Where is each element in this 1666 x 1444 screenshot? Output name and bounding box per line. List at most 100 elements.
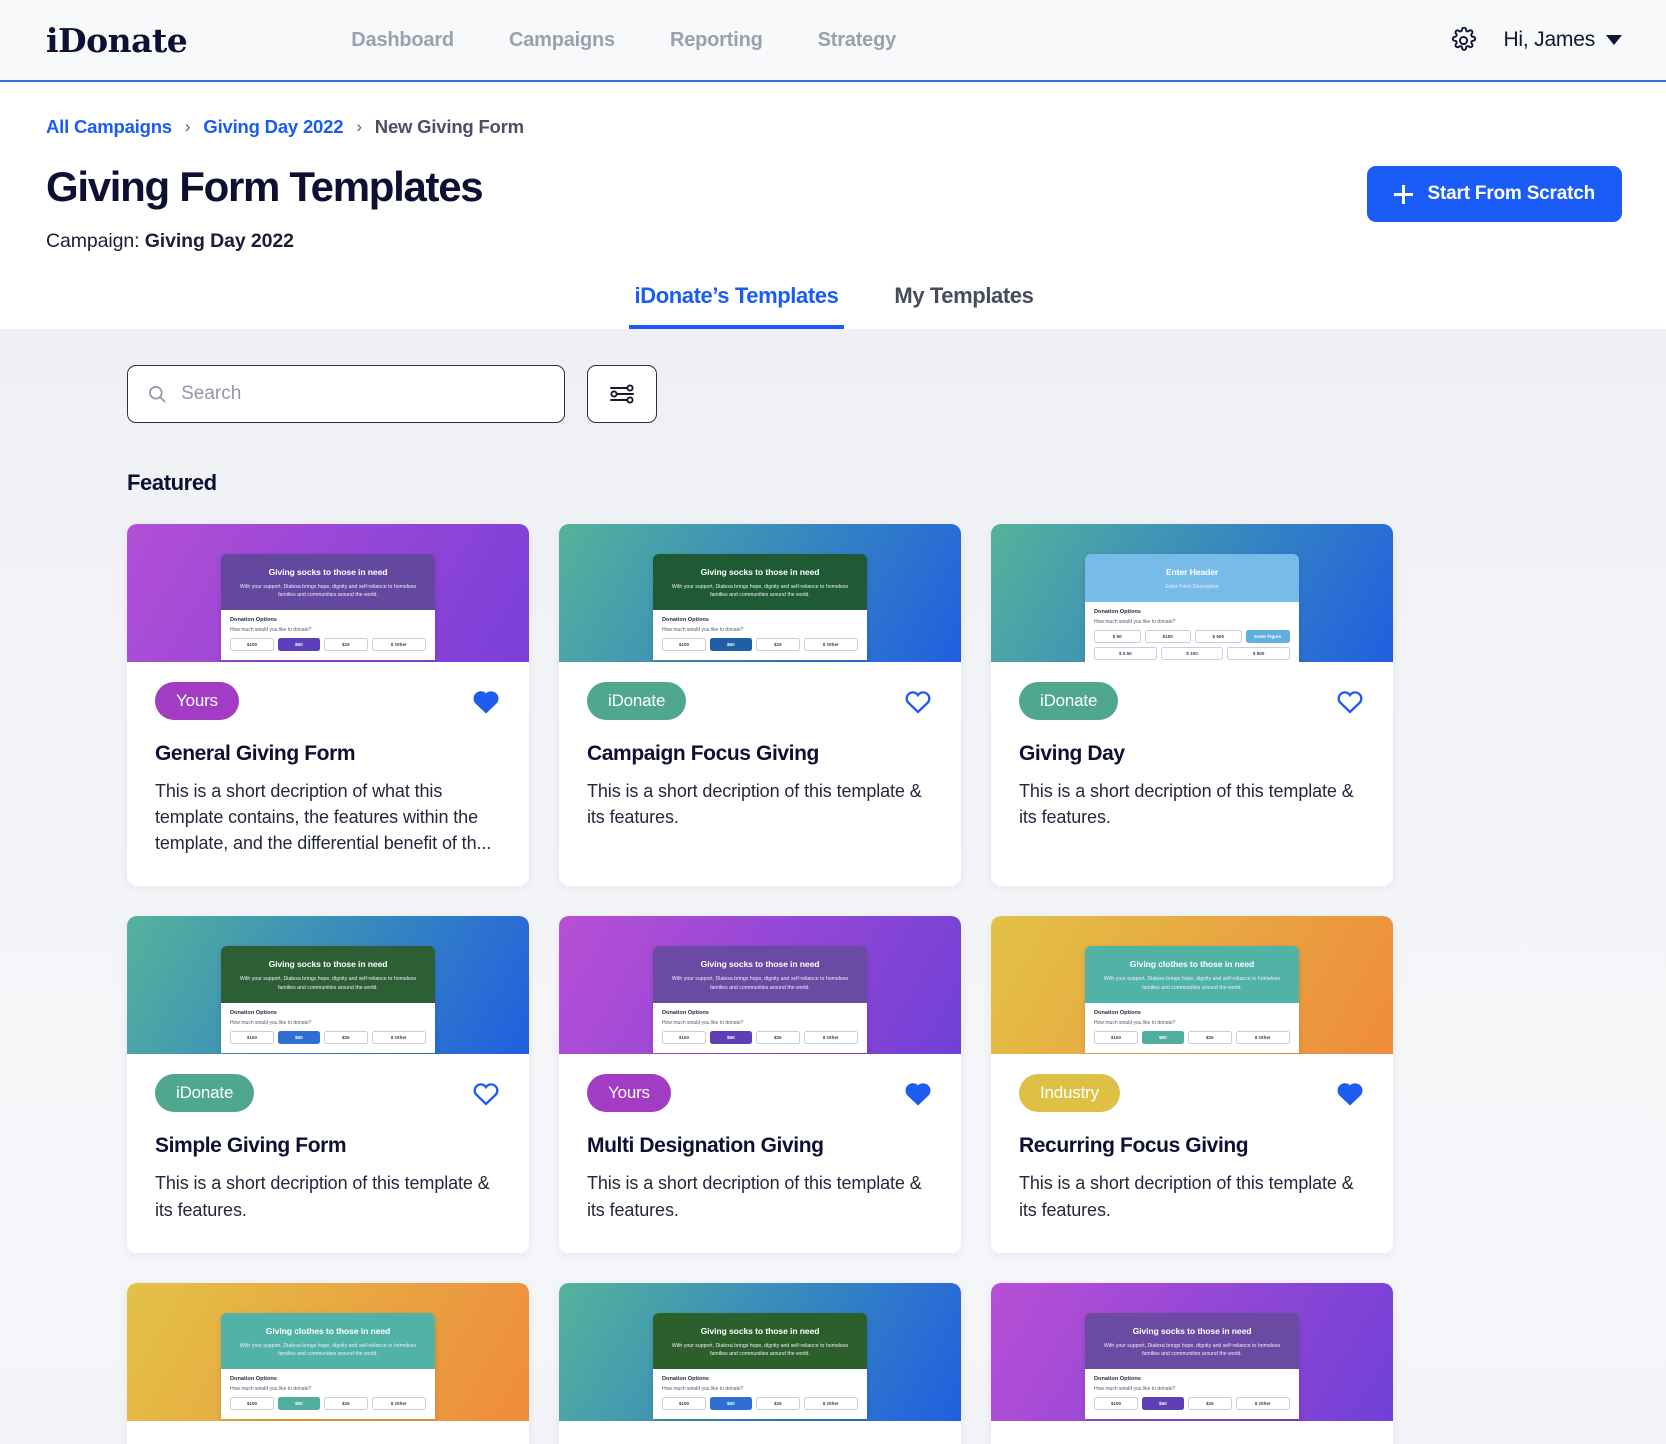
template-card-meta-top: iDonate (587, 682, 933, 721)
preview-amount-row: $100 $50 $25 $ Other (662, 638, 858, 652)
preview-form-body: Donation Options How much would you like … (221, 610, 435, 661)
favorite-heart-icon[interactable] (471, 1080, 501, 1107)
preview-form-body: Donation Options How much would you like … (653, 1368, 867, 1419)
preview-hero: Giving socks to those in need With your s… (653, 1312, 867, 1369)
preview-body: With your support, Dialexa brings hope, … (671, 976, 849, 991)
filter-sliders-icon (610, 384, 634, 404)
preview-amount-chip: $100 (230, 638, 274, 652)
template-card-title: Giving Day (1019, 742, 1125, 766)
favorite-heart-icon[interactable] (903, 688, 933, 715)
brand-logo[interactable]: iDonate (46, 21, 188, 60)
template-card-meta-placeholder (991, 1420, 1393, 1444)
top-navigation-bar: iDonate Dashboard Campaigns Reporting St… (0, 0, 1666, 82)
preview-form-body: Donation Options How much would you like … (221, 1368, 435, 1419)
template-card[interactable]: Giving clothes to those in need With your… (127, 1282, 529, 1444)
page-header: All Campaigns › Giving Day 2022 › New Gi… (0, 82, 1666, 330)
preview-donation-label: Donation Options (230, 1009, 277, 1016)
preview-body: Enter Form Description (1165, 584, 1219, 591)
search-input[interactable] (181, 383, 545, 406)
preview-donation-question: How much would you like to donate? (662, 1385, 744, 1392)
preview-amount-row-alt: $ 0.50 $ 100 $ 500 (1094, 647, 1291, 661)
preview-amount-chip: $50 (709, 1030, 752, 1044)
template-badge: iDonate (155, 1074, 255, 1113)
preview-amount-chip-alt: $ 100 (1160, 647, 1224, 661)
template-card-meta: Yours Multi Designation Giving This is a s… (559, 1054, 961, 1252)
template-preview-thumbnail: Giving socks to those in need With your s… (653, 554, 867, 661)
tab-idonates-templates[interactable]: iDonate’s Templates (628, 275, 845, 330)
template-card[interactable]: Giving socks to those in need With your s… (127, 916, 529, 1253)
preview-amount-chip: $50 (277, 1030, 320, 1044)
preview-amount-chip: $100 (1144, 630, 1191, 644)
favorite-heart-icon[interactable] (1335, 688, 1365, 715)
template-card[interactable]: Giving clothes to those in need With your… (991, 916, 1393, 1253)
template-card-meta-top: iDonate (1019, 682, 1365, 721)
page-title: Giving Form Templates (46, 163, 484, 210)
tab-my-templates[interactable]: My Templates (888, 275, 1039, 329)
nav-link-reporting[interactable]: Reporting (670, 29, 763, 52)
preview-body: With your support, Dialexa brings hope, … (1103, 976, 1281, 991)
template-card[interactable]: Giving socks to those in need With your s… (559, 1282, 961, 1444)
preview-donation-question: How much would you like to donate? (230, 1385, 312, 1392)
breadcrumb-item-current: New Giving Form (374, 116, 524, 137)
template-card-meta-top: Yours (155, 682, 501, 721)
template-preview-thumbnail: Giving socks to those in need With your s… (221, 554, 435, 661)
nav-link-campaigns[interactable]: Campaigns (509, 29, 615, 52)
template-card[interactable]: Giving socks to those in need With your s… (991, 1282, 1393, 1444)
preview-donation-question: How much would you like to donate? (662, 1019, 744, 1026)
template-card-description: This is a short decription of this templ… (155, 1173, 490, 1220)
template-card-title: Multi Designation Giving (587, 1134, 824, 1158)
favorite-heart-icon[interactable] (1335, 1080, 1365, 1107)
preview-amount-chip: Enter Figure (1245, 630, 1290, 644)
nav-link-dashboard[interactable]: Dashboard (351, 29, 454, 52)
preview-amount-chip: $100 (1094, 1030, 1138, 1044)
gear-icon[interactable] (1450, 26, 1477, 54)
preview-amount-chip: $100 (662, 638, 706, 652)
template-card[interactable]: Enter Header Enter Form Description Donati… (991, 524, 1393, 887)
breadcrumb-item-giving-day-2022[interactable]: Giving Day 2022 (203, 116, 343, 138)
preview-amount-chip: $100 (1094, 1396, 1138, 1410)
template-card-meta: Industry Recurring Focus Giving This is a … (991, 1054, 1393, 1252)
user-menu[interactable]: Hi, James (1503, 28, 1622, 52)
start-from-scratch-button[interactable]: Start From Scratch (1366, 166, 1622, 222)
preview-amount-chip: $ 50 (1094, 630, 1141, 644)
preview-amount-chip: $25 (1187, 1396, 1232, 1410)
chevron-down-icon (1606, 35, 1622, 45)
nav-link-strategy[interactable]: Strategy (818, 29, 897, 52)
search-box[interactable] (127, 365, 565, 424)
preview-amount-row: $100 $50 $25 $ Other (662, 1396, 858, 1410)
preview-body: With your support, Dialexa brings hope, … (671, 1342, 849, 1357)
preview-donation-label: Donation Options (1094, 609, 1141, 616)
preview-hero: Giving socks to those in need With your s… (221, 946, 435, 1003)
template-badge: Yours (155, 682, 239, 721)
template-card[interactable]: Giving socks to those in need With your s… (559, 524, 961, 887)
preview-form-body: Donation Options How much would you like … (221, 1002, 435, 1053)
preview-donation-label: Donation Options (1094, 1009, 1141, 1016)
title-row: Giving Form Templates Campaign: Giving D… (46, 163, 1622, 253)
template-card-meta-top: Yours (587, 1074, 933, 1113)
template-card[interactable]: Giving socks to those in need With your s… (127, 524, 529, 887)
preview-donation-question: How much would you like to donate? (230, 1019, 312, 1026)
user-greeting-label: Hi, James (1503, 28, 1595, 51)
template-card[interactable]: Giving socks to those in need With your s… (559, 916, 961, 1253)
template-card-description: This is a short decription of this templ… (1019, 1173, 1354, 1220)
preview-hero: Giving socks to those in need With your s… (1085, 1312, 1299, 1369)
preview-amount-chip: $50 (277, 638, 320, 652)
template-card-meta: iDonate Giving Day This is a short decript… (991, 662, 1393, 860)
breadcrumb-item-all-campaigns[interactable]: All Campaigns (46, 116, 172, 138)
filter-button[interactable] (587, 365, 657, 424)
preview-amount-chip: $25 (755, 638, 800, 652)
template-card-description: This is a short decription of this templ… (1019, 781, 1354, 828)
preview-donation-question: How much would you like to donate? (1094, 1019, 1176, 1026)
preview-amount-row: $ 50 $100 $ 500 Enter Figure (1094, 630, 1290, 644)
preview-amount-row: $100 $50 $25 $ Other (1094, 1030, 1290, 1044)
favorite-heart-icon[interactable] (903, 1080, 933, 1107)
title-block: Giving Form Templates Campaign: Giving D… (46, 163, 484, 253)
template-card-meta: iDonate Simple Giving Form This is a short… (127, 1054, 529, 1252)
preview-amount-chip: $25 (323, 1396, 368, 1410)
preview-amount-chip: $25 (755, 1030, 800, 1044)
preview-amount-row: $100 $50 $25 $ Other (1094, 1396, 1290, 1410)
start-from-scratch-label: Start From Scratch (1427, 183, 1596, 204)
breadcrumb: All Campaigns › Giving Day 2022 › New Gi… (46, 82, 1622, 138)
favorite-heart-icon[interactable] (471, 688, 501, 715)
preview-hero: Giving socks to those in need With your s… (653, 946, 867, 1003)
